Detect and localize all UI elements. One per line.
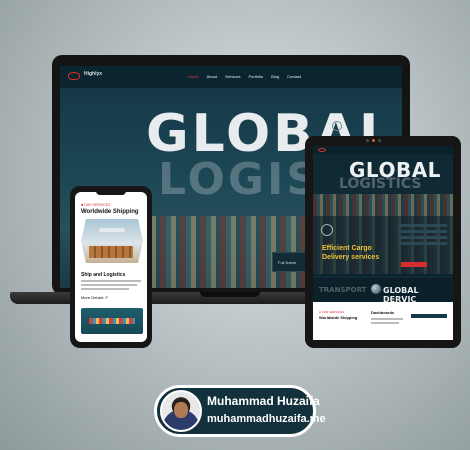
logo-icon[interactable] — [68, 72, 80, 80]
cargo-boxes-image — [89, 246, 133, 258]
plane-icon — [99, 228, 125, 232]
services-section — [313, 302, 453, 340]
item-title: Ship and Logistics — [81, 272, 126, 278]
brand-name[interactable]: Highlyx — [84, 71, 102, 77]
nav-links: Home About Services Portfolio Blog Conta… — [188, 74, 301, 79]
circle-decoration-icon — [332, 121, 342, 131]
text-line — [81, 288, 129, 290]
phone-kicker: ■ OUR SERVICES — [81, 203, 111, 207]
text-line — [371, 318, 403, 320]
tablet-logo-icon[interactable] — [318, 148, 326, 152]
tablet-navbar — [313, 146, 453, 154]
more-details-link[interactable]: More Details ↗ — [81, 295, 108, 300]
nav-portfolio[interactable]: Portfolio — [248, 74, 263, 79]
nav-about[interactable]: About — [207, 74, 217, 79]
camera-icon — [366, 139, 369, 142]
container-ship-image — [89, 318, 135, 324]
band-text-left: TRANSPORT — [319, 286, 367, 294]
tablet-hero-title: GLOBAL — [349, 158, 441, 182]
submit-button[interactable] — [401, 262, 427, 267]
cargo-headline: Efficient Cargo Delivery services — [322, 245, 380, 261]
side-bar — [411, 314, 447, 318]
nav-home[interactable]: Home — [188, 74, 199, 79]
nav-services[interactable]: Services — [225, 74, 240, 79]
phone-notch — [96, 190, 126, 195]
author-name: Muhammad Huzaifa — [207, 394, 320, 408]
side-title: Dashboards — [371, 310, 395, 315]
author-website[interactable]: muhammadhuzaifa.me — [207, 413, 326, 425]
globe-icon — [371, 284, 381, 294]
nav-contact[interactable]: Contact — [287, 74, 301, 79]
services-title: Worldwide Shipping — [319, 315, 358, 320]
text-line — [81, 284, 137, 286]
phone-title: Worldwide Shipping — [81, 209, 139, 215]
quote-form — [399, 224, 447, 258]
camera-lens-icon — [372, 139, 375, 142]
laptop-hinge — [200, 292, 260, 297]
sensor-icon — [378, 139, 381, 142]
nav-blog[interactable]: Blog — [271, 74, 279, 79]
text-line — [81, 280, 141, 282]
text-line — [371, 322, 399, 324]
phone-screen: ■ OUR SERVICES Worldwide Shipping Ship a… — [75, 192, 147, 342]
play-circle-icon[interactable] — [321, 224, 333, 236]
services-kicker: ● OUR SERVICES — [319, 310, 345, 314]
avatar-face — [174, 402, 188, 418]
full-name-field[interactable]: Full Name — [278, 260, 296, 265]
tablet-screen: LOGISTICS GLOBAL Efficient Cargo Deliver… — [313, 146, 453, 340]
